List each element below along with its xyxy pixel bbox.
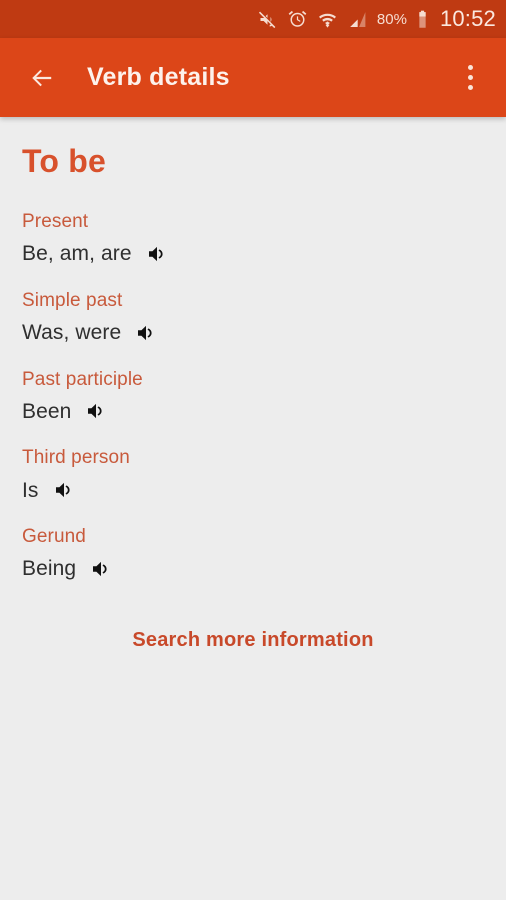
battery-percent-label: 80% <box>376 10 407 28</box>
form-label: Gerund <box>22 526 86 548</box>
overflow-dot <box>467 65 473 70</box>
speaker-icon[interactable] <box>89 556 115 582</box>
form-value: Been <box>22 399 72 423</box>
search-more-information-link[interactable]: Search more information <box>22 629 484 652</box>
speaker-icon[interactable] <box>145 241 171 267</box>
speaker-icon[interactable] <box>84 398 110 424</box>
speaker-icon[interactable] <box>134 320 160 346</box>
form-value-row: Been <box>22 398 484 424</box>
app-bar: Verb details <box>0 38 506 117</box>
form-value: Was, were <box>22 321 122 345</box>
form-label: Third person <box>22 447 130 469</box>
verb-form-present: Present Be, am, are <box>22 210 484 267</box>
verb-form-gerund: Gerund Being <box>22 525 484 582</box>
overflow-dot <box>467 75 473 80</box>
form-value: Is <box>22 478 39 502</box>
back-arrow-icon[interactable] <box>22 58 62 98</box>
form-value: Being <box>22 557 77 581</box>
form-label: Present <box>22 211 89 233</box>
form-value: Be, am, are <box>22 242 132 266</box>
verb-form-simple-past: Simple past Was, were <box>22 289 484 346</box>
form-value-row: Be, am, are <box>22 241 484 267</box>
form-label: Simple past <box>22 289 123 311</box>
verb-details-content: To be Present Be, am, are Simple past Wa… <box>0 117 506 900</box>
status-bar-clock: 10:52 <box>439 6 496 31</box>
verb-form-past-participle: Past participle Been <box>22 368 484 425</box>
battery-icon <box>416 9 429 30</box>
status-bar: 80% 10:52 <box>0 0 506 38</box>
page-title: Verb details <box>87 63 230 91</box>
form-value-row: Being <box>22 556 484 582</box>
wifi-download-icon <box>317 9 338 30</box>
signal-icon <box>347 9 368 30</box>
verb-title: To be <box>22 143 106 179</box>
speaker-icon[interactable] <box>52 477 78 503</box>
form-value-row: Is <box>22 477 484 503</box>
form-label: Past participle <box>22 368 143 390</box>
overflow-dot <box>467 85 473 90</box>
alarm-icon <box>287 9 308 30</box>
app-screen: 80% 10:52 Verb details To be Present Be,… <box>0 0 506 900</box>
form-value-row: Was, were <box>22 320 484 346</box>
verb-form-third-person: Third person Is <box>22 446 484 503</box>
mute-icon <box>257 9 278 30</box>
overflow-menu-icon[interactable] <box>452 56 488 100</box>
